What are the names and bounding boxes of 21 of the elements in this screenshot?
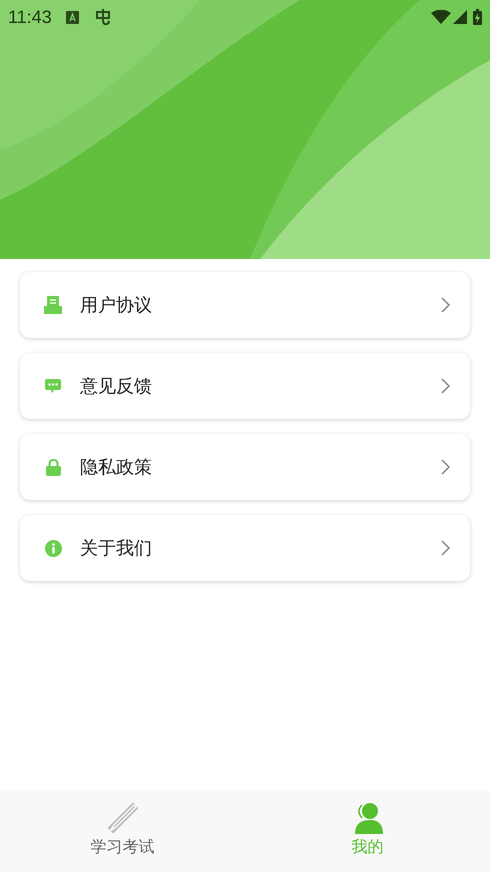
menu-item[interactable]: 隐私政策 bbox=[20, 434, 470, 500]
nav-tab[interactable]: 学习考试 bbox=[0, 790, 245, 872]
chevron-right-icon bbox=[441, 297, 450, 313]
status-time: 11:43 bbox=[8, 6, 52, 28]
chevron-right-icon bbox=[441, 459, 450, 475]
document-tray-icon bbox=[44, 296, 62, 314]
menu-item[interactable]: 关于我们 bbox=[20, 515, 470, 581]
signal-icon bbox=[453, 10, 467, 24]
chevron-right-icon bbox=[441, 540, 450, 556]
chevron-right-icon bbox=[441, 378, 450, 394]
battery-icon bbox=[473, 9, 482, 25]
chat-bubble-icon bbox=[45, 378, 61, 394]
menu-label: 意见反馈 bbox=[80, 374, 153, 398]
info-icon bbox=[44, 540, 62, 556]
wifi-icon bbox=[431, 10, 451, 24]
lock-icon bbox=[46, 458, 60, 476]
menu-label: 隐私政策 bbox=[80, 456, 153, 478]
menu-item[interactable]: 意见反馈 bbox=[20, 353, 470, 419]
menu-label: 关于我们 bbox=[80, 536, 153, 560]
menu-item[interactable]: 用户协议 bbox=[20, 272, 470, 338]
menu-label: 用户协议 bbox=[80, 294, 153, 316]
